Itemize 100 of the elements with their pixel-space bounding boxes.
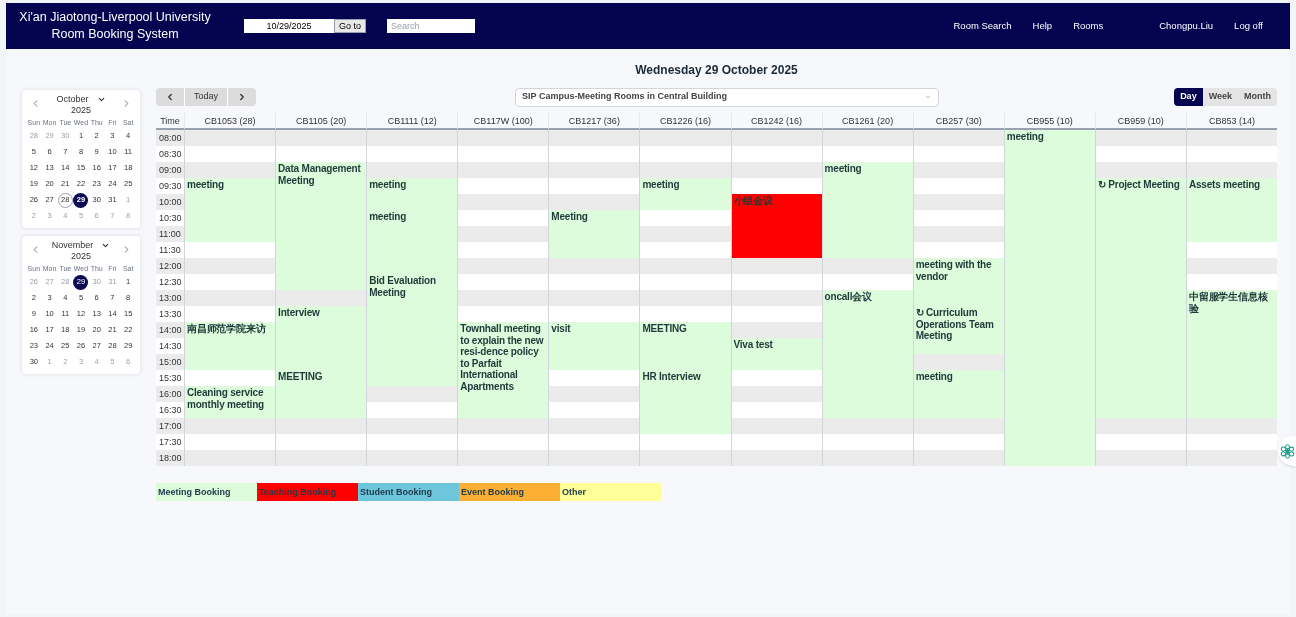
user-link[interactable]: Chongpu.Liu bbox=[1159, 18, 1214, 34]
empty-slot[interactable] bbox=[730, 322, 822, 338]
date-field[interactable]: 10/29/2025 bbox=[244, 19, 334, 33]
month-label: November bbox=[51, 240, 94, 251]
booking-block[interactable]: MEETING bbox=[639, 322, 731, 370]
year-label: 2025 bbox=[70, 251, 91, 262]
empty-slot[interactable] bbox=[639, 210, 731, 226]
legend-item: Event Booking bbox=[459, 483, 560, 501]
booking-block[interactable]: meeting bbox=[366, 210, 458, 274]
empty-slot[interactable] bbox=[1185, 274, 1277, 290]
logoff-link[interactable]: Log off bbox=[1234, 18, 1263, 34]
view-tab[interactable]: Day bbox=[1174, 88, 1203, 106]
time-label: 09:00 bbox=[156, 162, 184, 178]
empty-slot[interactable] bbox=[730, 370, 822, 386]
empty-slot[interactable] bbox=[912, 242, 1004, 258]
dropdown-icon bbox=[924, 93, 933, 101]
booking-block[interactable]: Interview bbox=[275, 306, 367, 370]
legend-item: Meeting Booking bbox=[156, 483, 257, 501]
time-label: 17:30 bbox=[156, 434, 184, 450]
time-label: 17:00 bbox=[156, 418, 184, 434]
university-title: Xi'an Jiaotong-Liverpool University bbox=[19, 9, 211, 26]
legend-item: Student Booking bbox=[358, 483, 459, 501]
empty-slot[interactable] bbox=[366, 386, 458, 402]
booking-block[interactable]: oncall会议 bbox=[821, 290, 913, 418]
time-label: 16:00 bbox=[156, 386, 184, 402]
booking-block[interactable]: Townhall meeting to explain the new resi-dence policy to Parfait International Apartments bbox=[457, 322, 549, 418]
booking-block[interactable]: ↻ Project Meeting bbox=[1094, 178, 1186, 418]
room-group-select[interactable]: SIP Campus-Meeting Rooms in Central Building bbox=[515, 87, 940, 107]
assistant-button[interactable] bbox=[1278, 436, 1296, 466]
booking-block[interactable]: meeting bbox=[184, 178, 276, 242]
time-label: 10:30 bbox=[156, 210, 184, 226]
empty-slot[interactable] bbox=[912, 162, 1004, 178]
view-tab[interactable]: Week bbox=[1202, 88, 1238, 106]
empty-slot[interactable] bbox=[366, 402, 458, 418]
nav-link[interactable]: Rooms bbox=[1073, 18, 1104, 34]
booking-block[interactable]: Cleaning service monthly meeting bbox=[184, 386, 276, 418]
legend-item: Teaching Booking bbox=[257, 483, 358, 501]
booking-block[interactable]: Assets meeting bbox=[1185, 178, 1277, 242]
flower-icon bbox=[1279, 443, 1295, 459]
booking-block[interactable]: Viva test bbox=[730, 338, 822, 370]
booking-block[interactable]: meeting bbox=[366, 178, 458, 210]
booking-block[interactable]: ↻ Curriculum Operations Team Meeting bbox=[912, 306, 1004, 354]
chevron-left-icon bbox=[165, 92, 175, 102]
search-field[interactable]: Search bbox=[387, 19, 475, 33]
booking-block[interactable]: MEETING bbox=[275, 370, 367, 418]
booking-block[interactable]: HR Interview bbox=[639, 370, 731, 434]
dropdown-icon[interactable] bbox=[96, 95, 106, 104]
empty-slot[interactable] bbox=[457, 242, 549, 258]
year-label: 2025 bbox=[70, 105, 91, 116]
time-label: 09:30 bbox=[156, 178, 184, 194]
empty-slot[interactable] bbox=[730, 178, 822, 194]
booking-block[interactable]: 南昌师范学院来访 bbox=[184, 322, 276, 370]
view-tab[interactable]: Month bbox=[1238, 88, 1277, 106]
time-label: 13:30 bbox=[156, 306, 184, 322]
empty-slot[interactable] bbox=[548, 402, 640, 418]
time-label: 11:30 bbox=[156, 242, 184, 258]
booking-block[interactable]: Data Management Meeting bbox=[275, 162, 367, 290]
booking-block[interactable]: meeting with the vendor bbox=[912, 258, 1004, 306]
time-label: 16:30 bbox=[156, 402, 184, 418]
empty-slot[interactable] bbox=[457, 210, 549, 226]
date-heading: Wednesday 29 October 2025 bbox=[634, 62, 799, 79]
empty-slot[interactable] bbox=[1185, 258, 1277, 274]
time-label: 13:00 bbox=[156, 290, 184, 306]
empty-slot[interactable] bbox=[912, 226, 1004, 242]
empty-slot[interactable] bbox=[1185, 242, 1277, 258]
empty-slot[interactable] bbox=[548, 386, 640, 402]
booking-block[interactable]: Bid Evaluation Meeting bbox=[366, 274, 458, 386]
time-label: 14:00 bbox=[156, 322, 184, 338]
month-label: October bbox=[56, 94, 89, 105]
time-label: 15:00 bbox=[156, 354, 184, 370]
time-label: 12:00 bbox=[156, 258, 184, 274]
empty-slot[interactable] bbox=[730, 402, 822, 418]
time-label: 12:30 bbox=[156, 274, 184, 290]
dropdown-icon[interactable] bbox=[101, 241, 111, 250]
empty-slot[interactable] bbox=[912, 354, 1004, 370]
go-to-button[interactable]: Go to bbox=[334, 19, 366, 33]
nav-link[interactable]: Room Search bbox=[953, 18, 1012, 34]
empty-slot[interactable] bbox=[639, 242, 731, 258]
empty-slot[interactable] bbox=[730, 386, 822, 402]
empty-slot[interactable] bbox=[912, 178, 1004, 194]
booking-block[interactable]: visit bbox=[548, 322, 640, 370]
booking-block[interactable]: meeting bbox=[821, 162, 913, 258]
time-label: 08:30 bbox=[156, 146, 184, 162]
time-label: 14:30 bbox=[156, 338, 184, 354]
time-label: 10:00 bbox=[156, 194, 184, 210]
booking-block[interactable]: Meeting bbox=[548, 210, 640, 258]
legend-item: Other bbox=[560, 483, 661, 501]
empty-slot[interactable] bbox=[548, 370, 640, 386]
system-title: Room Booking System bbox=[51, 26, 179, 43]
booking-block[interactable]: meeting bbox=[1003, 130, 1095, 466]
empty-slot[interactable] bbox=[457, 226, 549, 242]
nav-link[interactable]: Help bbox=[1032, 18, 1053, 34]
booking-block[interactable]: 中留服学生信息核验 bbox=[1185, 290, 1277, 418]
empty-slot[interactable] bbox=[639, 226, 731, 242]
booking-block[interactable]: meeting bbox=[639, 178, 731, 210]
empty-slot[interactable] bbox=[912, 210, 1004, 226]
booking-block[interactable]: meeting bbox=[912, 370, 1004, 418]
time-label: 18:00 bbox=[156, 450, 184, 466]
empty-slot[interactable] bbox=[912, 194, 1004, 210]
time-label: 15:30 bbox=[156, 370, 184, 386]
